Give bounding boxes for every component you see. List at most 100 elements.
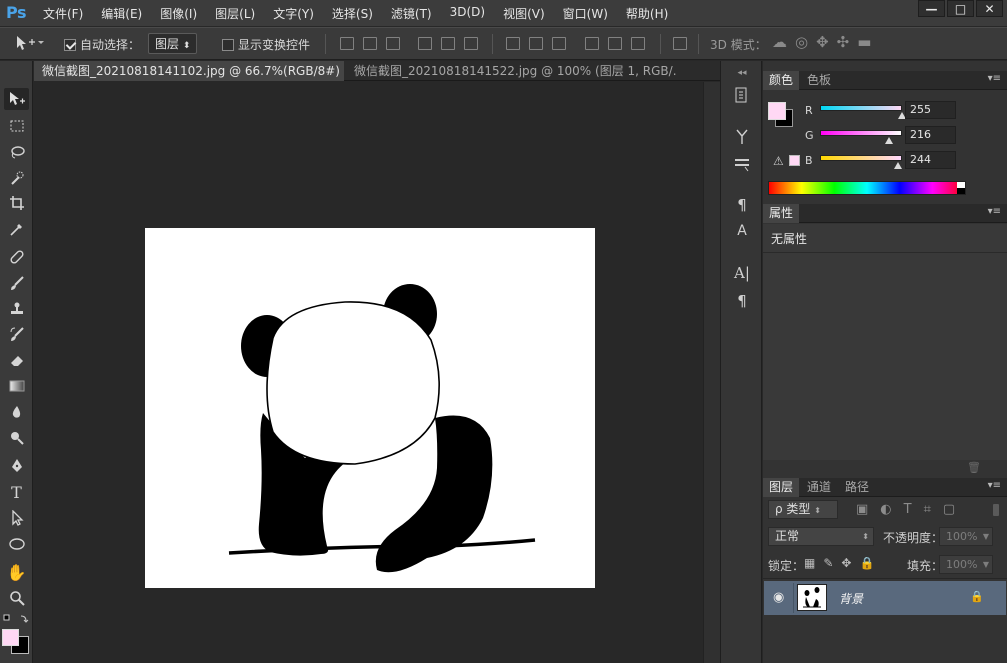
move-tool-preset-icon[interactable] (14, 34, 44, 55)
panel-menu-icon[interactable]: ▾≡ (988, 73, 1001, 84)
menu-window[interactable]: 窗口(W) (554, 5, 617, 22)
tab-properties[interactable]: 属性 (763, 204, 800, 223)
brush-presets-icon[interactable] (731, 154, 753, 174)
healing-brush-tool-icon[interactable] (4, 246, 29, 268)
tab-layers[interactable]: 图层 (763, 478, 800, 497)
3d-pan-icon[interactable]: ✥ (816, 33, 837, 51)
blend-mode-dropdown[interactable]: 正常 ⬍ (768, 527, 874, 546)
lasso-tool-icon[interactable] (4, 141, 29, 163)
path-select-tool-icon[interactable] (4, 507, 29, 529)
document-tab-active[interactable]: 微信截图_20210818141102.jpg @ 66.7%(RGB/8#) … (34, 61, 344, 81)
zoom-tool-icon[interactable] (4, 587, 29, 609)
green-value-field[interactable]: 216 (905, 126, 956, 144)
auto-select-check[interactable] (64, 39, 76, 51)
menu-layer[interactable]: 图层(L) (206, 5, 264, 22)
document-canvas[interactable] (145, 228, 595, 588)
swap-colors-icon[interactable] (3, 613, 29, 623)
menu-edit[interactable]: 编辑(E) (92, 5, 151, 22)
distribute-vcenter-icon[interactable] (529, 37, 543, 50)
ellipse-tool-icon[interactable] (4, 533, 29, 555)
lock-icons[interactable]: ▦✎✥🔒 (804, 556, 882, 570)
align-bottom-icon[interactable] (386, 37, 400, 50)
distribute-top-icon[interactable] (506, 37, 520, 50)
stamp-tool-icon[interactable] (4, 298, 29, 320)
lock-all-icon[interactable]: 🔒 (859, 556, 882, 570)
gradient-tool-icon[interactable] (4, 375, 29, 397)
distribute-hcenter-icon[interactable] (608, 37, 622, 50)
layer-filter-icons[interactable]: ▣◐T⌗▢ (856, 502, 967, 517)
align-top-icon[interactable] (340, 37, 354, 50)
character-panel-icon[interactable]: A| (731, 263, 753, 283)
green-slider-thumb[interactable] (885, 137, 894, 144)
collapse-arrows-icon[interactable]: ◂◂ (731, 63, 753, 83)
green-slider[interactable] (820, 130, 902, 136)
red-value-field[interactable]: 255 (905, 101, 956, 119)
filter-type-icon[interactable]: T (904, 502, 924, 517)
auto-select-dropdown[interactable]: 图层 ⬍ (148, 33, 198, 54)
panel-menu-icon[interactable]: ▾≡ (988, 206, 1001, 217)
menu-file[interactable]: 文件(F) (34, 5, 92, 22)
quick-select-tool-icon[interactable] (4, 167, 29, 189)
layer-lock-icon[interactable]: 🔒 (970, 590, 984, 603)
layer-thumbnail[interactable] (797, 584, 827, 611)
layer-visibility-eye-icon[interactable]: ◉ (773, 590, 784, 605)
lock-position-icon[interactable]: ✥ (841, 556, 859, 570)
align-vcenter-icon[interactable] (363, 37, 377, 50)
crop-tool-icon[interactable] (4, 192, 29, 214)
foreground-color-swatch[interactable] (2, 629, 19, 646)
brush-tool-icon[interactable] (4, 272, 29, 294)
3d-scale-icon[interactable]: ▬ (857, 33, 879, 51)
hand-tool-icon[interactable]: ✋ (4, 561, 29, 583)
distribute-bottom-icon[interactable] (552, 37, 566, 50)
align-right-icon[interactable] (464, 37, 478, 50)
filter-toggle-switch[interactable] (993, 504, 999, 516)
tab-paths[interactable]: 路径 (839, 478, 875, 497)
menu-help[interactable]: 帮助(H) (617, 5, 677, 22)
trash-icon[interactable]: 🗑 (967, 461, 981, 474)
filter-adjustment-icon[interactable]: ◐ (880, 502, 903, 517)
fill-field[interactable]: 100% ▼ (939, 555, 993, 574)
opacity-field[interactable]: 100% ▼ (939, 527, 993, 546)
marquee-tool-icon[interactable] (4, 115, 29, 137)
auto-align-icon[interactable] (673, 37, 687, 50)
align-left-icon[interactable] (418, 37, 432, 50)
3d-slide-icon[interactable]: ✣ (837, 33, 858, 51)
color-spectrum-ramp[interactable] (768, 181, 966, 195)
menu-type[interactable]: 文字(Y) (264, 5, 323, 22)
filter-pixel-icon[interactable]: ▣ (856, 502, 880, 517)
paragraph-panel-icon[interactable]: ¶ (731, 291, 753, 311)
distribute-left-icon[interactable] (585, 37, 599, 50)
3d-rotate-icon[interactable]: ☁ (772, 33, 795, 51)
layer-filter-dropdown[interactable]: ρ 类型 ⬍ (768, 500, 838, 519)
eyedropper-tool-icon[interactable] (4, 218, 29, 240)
panel-menu-icon[interactable]: ▾≡ (988, 480, 1001, 491)
paragraph-styles-icon[interactable]: ¶ (731, 195, 753, 215)
tool-presets-icon[interactable] (731, 127, 753, 147)
dodge-tool-icon[interactable] (4, 427, 29, 449)
3d-roll-icon[interactable]: ◎ (795, 33, 816, 51)
blue-slider-thumb[interactable] (894, 162, 903, 169)
character-styles-icon[interactable]: A (731, 221, 753, 241)
filter-smart-icon[interactable]: ▢ (943, 502, 967, 517)
red-slider[interactable] (820, 105, 902, 111)
blur-tool-icon[interactable] (4, 401, 29, 423)
tab-swatches[interactable]: 色板 (801, 71, 837, 90)
lock-pixels-icon[interactable]: ✎ (823, 556, 841, 570)
document-tab[interactable]: 微信截图_20210818141522.jpg @ 100% (图层 1, RG… (346, 61, 676, 81)
auto-select-checkbox[interactable]: 自动选择： (64, 36, 140, 53)
pen-tool-icon[interactable] (4, 455, 29, 477)
blue-slider[interactable] (820, 155, 902, 161)
menu-3d[interactable]: 3D(D) (441, 5, 494, 22)
menu-view[interactable]: 视图(V) (494, 5, 554, 22)
close-button[interactable]: ✕ (976, 0, 1003, 17)
3d-mode-icons[interactable]: ☁◎✥✣▬ (772, 33, 879, 51)
move-tool-icon[interactable] (4, 88, 29, 110)
tab-channels[interactable]: 通道 (801, 478, 837, 497)
maximize-button[interactable]: □ (947, 0, 974, 17)
type-tool-icon[interactable]: T (4, 481, 29, 503)
vertical-scrollbar[interactable] (703, 82, 720, 663)
history-brush-tool-icon[interactable] (4, 323, 29, 345)
history-panel-icon[interactable] (731, 85, 753, 105)
distribute-right-icon[interactable] (631, 37, 645, 50)
blue-value-field[interactable]: 244 (905, 151, 956, 169)
